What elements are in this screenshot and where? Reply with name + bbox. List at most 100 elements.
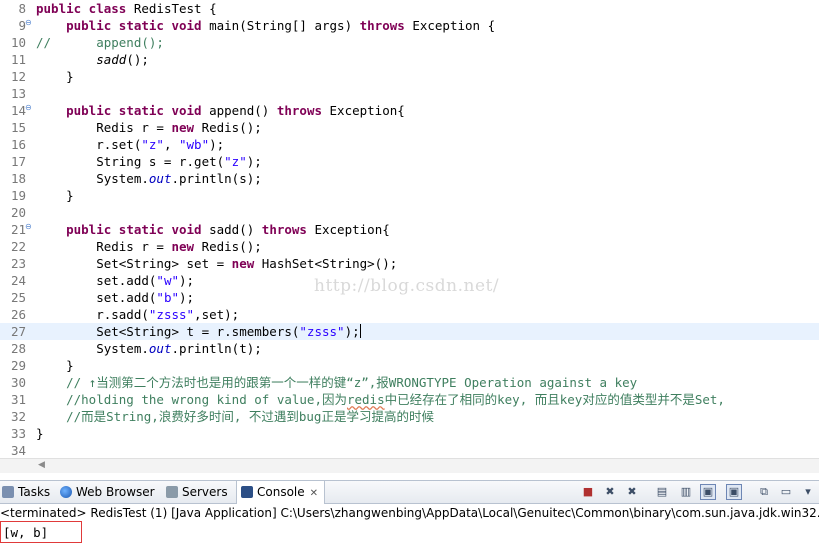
code-line[interactable]: 19 }: [0, 187, 819, 204]
remove-launch-icon[interactable]: ✖: [602, 484, 618, 500]
code-token: sadd(): [209, 222, 262, 237]
tab-servers[interactable]: Servers: [166, 481, 228, 503]
code-line[interactable]: 34: [0, 442, 819, 458]
code-line[interactable]: 20: [0, 204, 819, 221]
new-console-icon[interactable]: ▾: [800, 484, 816, 500]
line-number: 21: [10, 222, 26, 237]
fold-collapse-icon[interactable]: ⊖: [25, 18, 34, 27]
line-number: 23: [10, 256, 26, 271]
code-text: Redis r = new Redis();: [36, 119, 262, 136]
code-token: throws: [261, 222, 315, 237]
code-line[interactable]: 28 System.out.println(t);: [0, 340, 819, 357]
code-line[interactable]: 10 // append();: [0, 34, 819, 51]
clear-console-icon[interactable]: ▤: [654, 484, 670, 500]
fold-collapse-icon[interactable]: ⊖: [25, 222, 34, 231]
code-token: );: [179, 290, 195, 305]
code-token: throws: [359, 18, 413, 33]
remove-all-terminated-icon[interactable]: ✖: [624, 484, 640, 500]
close-icon[interactable]: ✕: [310, 488, 318, 499]
display-console-icon[interactable]: ▭: [778, 484, 794, 500]
code-text: Redis r = new Redis();: [36, 238, 262, 255]
code-line[interactable]: 32 //而是String,浪费好多时间, 不过遇到bug正是学习提高的时候: [0, 408, 819, 425]
code-line[interactable]: 30 // ↑当测第二个方法时也是用的跟第一个一样的键“z”,报WRONGTYP…: [0, 374, 819, 391]
code-line[interactable]: 21 ⊖ public static void sadd() throws Exc…: [0, 221, 819, 238]
code-line[interactable]: 27 Set<String> t = r.smembers("zsss");: [0, 323, 819, 340]
code-line[interactable]: 14 ⊖ public static void append() throws E…: [0, 102, 819, 119]
line-number: 17: [10, 154, 26, 169]
code-text: public static void append() throws Excep…: [36, 102, 405, 119]
code-line[interactable]: 33}: [0, 425, 819, 442]
code-token: Redis r =: [36, 239, 172, 254]
console-output[interactable]: [w, b]: [0, 524, 819, 553]
code-token: Exception {: [412, 18, 496, 33]
code-token: sadd: [96, 52, 127, 67]
bottom-panel-tabbar: Tasks Web Browser Servers Console ✕ ■ ✖ ✖…: [0, 480, 819, 504]
tab-servers-label: Servers: [182, 485, 228, 499]
line-number: 12: [10, 69, 26, 84]
code-token: Redis();: [201, 120, 262, 135]
code-line[interactable]: 22 Redis r = new Redis();: [0, 238, 819, 255]
code-token: );: [344, 324, 360, 339]
tab-console[interactable]: Console ✕: [236, 481, 326, 504]
code-line[interactable]: 15 Redis r = new Redis();: [0, 119, 819, 136]
code-line[interactable]: 17 String s = r.get("z");: [0, 153, 819, 170]
line-number: 22: [10, 239, 26, 254]
watermark-text: http://blog.csdn.net/: [314, 276, 500, 296]
line-number: 32: [10, 409, 26, 424]
code-line[interactable]: 16 r.set("z", "wb");: [0, 136, 819, 153]
code-token: Redis r =: [36, 120, 172, 135]
code-token: public static void: [66, 222, 210, 237]
code-line[interactable]: 13: [0, 85, 819, 102]
code-text: // ↑当测第二个方法时也是用的跟第一个一样的键“z”,报WRONGTYPE O…: [36, 374, 637, 391]
horizontal-scrollbar[interactable]: ◀: [0, 458, 819, 473]
code-token: .println(s);: [171, 171, 262, 186]
code-line[interactable]: 31 //holding the wrong kind of value,因为r…: [0, 391, 819, 408]
show-on-stdout-icon[interactable]: ▣: [700, 484, 716, 500]
line-number: 15: [10, 120, 26, 135]
code-line[interactable]: 26 r.sadd("zsss",set);: [0, 306, 819, 323]
scroll-left-icon[interactable]: ◀: [38, 460, 45, 470]
code-line[interactable]: 11 sadd();: [0, 51, 819, 68]
code-token: "zsss": [299, 324, 345, 339]
code-line[interactable]: 8 public class RedisTest {: [0, 0, 819, 17]
code-text: public class RedisTest {: [36, 0, 217, 17]
code-token: 中已经存在了相同的key, 而且key对应的值类型并不是Set,: [384, 392, 725, 407]
code-text: r.set("z", "wb");: [36, 136, 224, 153]
code-line[interactable]: 23 Set<String> set = new HashSet<String>…: [0, 255, 819, 272]
line-number: 8: [18, 1, 26, 16]
code-line[interactable]: 29 }: [0, 357, 819, 374]
line-number: 16: [10, 137, 26, 152]
terminate-icon[interactable]: ■: [580, 484, 596, 500]
pin-console-icon[interactable]: ⧉: [756, 484, 772, 500]
line-number: 31: [10, 392, 26, 407]
code-line[interactable]: 18 System.out.println(s);: [0, 170, 819, 187]
code-token: "b": [156, 290, 179, 305]
code-text: }: [36, 357, 74, 374]
code-token: }: [36, 188, 74, 203]
code-token: //而是String,浪费好多时间, 不过遇到bug正是学习提高的时候: [36, 409, 434, 424]
show-on-stderr-icon[interactable]: ▣: [726, 484, 742, 500]
tab-web-browser[interactable]: Web Browser: [60, 481, 155, 503]
line-number: 28: [10, 341, 26, 356]
code-token: HashSet<String>();: [261, 256, 398, 271]
code-line[interactable]: 12 }: [0, 68, 819, 85]
code-line[interactable]: 9 ⊖ public static void main(String[] args…: [0, 17, 819, 34]
code-text: // append();: [36, 34, 164, 51]
scroll-lock-icon[interactable]: ▥: [678, 484, 694, 500]
tasks-icon: [2, 486, 14, 498]
code-token: //holding the wrong kind of value,因为: [36, 392, 347, 407]
code-token: }: [36, 358, 74, 373]
code-token: out: [148, 171, 172, 186]
code-text: Set<String> set = new HashSet<String>();: [36, 255, 397, 272]
tab-tasks[interactable]: Tasks: [2, 481, 50, 503]
code-token: set.add(: [36, 273, 157, 288]
code-text: public static void sadd() throws Excepti…: [36, 221, 390, 238]
tab-tasks-label: Tasks: [18, 485, 51, 499]
code-editor[interactable]: 8 public class RedisTest {9 ⊖ public stati…: [0, 0, 819, 458]
code-token: Exception{: [329, 103, 405, 118]
code-token: r.set(: [36, 137, 142, 152]
console-status: <terminated> RedisTest (1) [Java Applica…: [0, 504, 819, 523]
fold-collapse-icon[interactable]: ⊖: [25, 103, 34, 112]
code-text: sadd();: [36, 51, 149, 68]
